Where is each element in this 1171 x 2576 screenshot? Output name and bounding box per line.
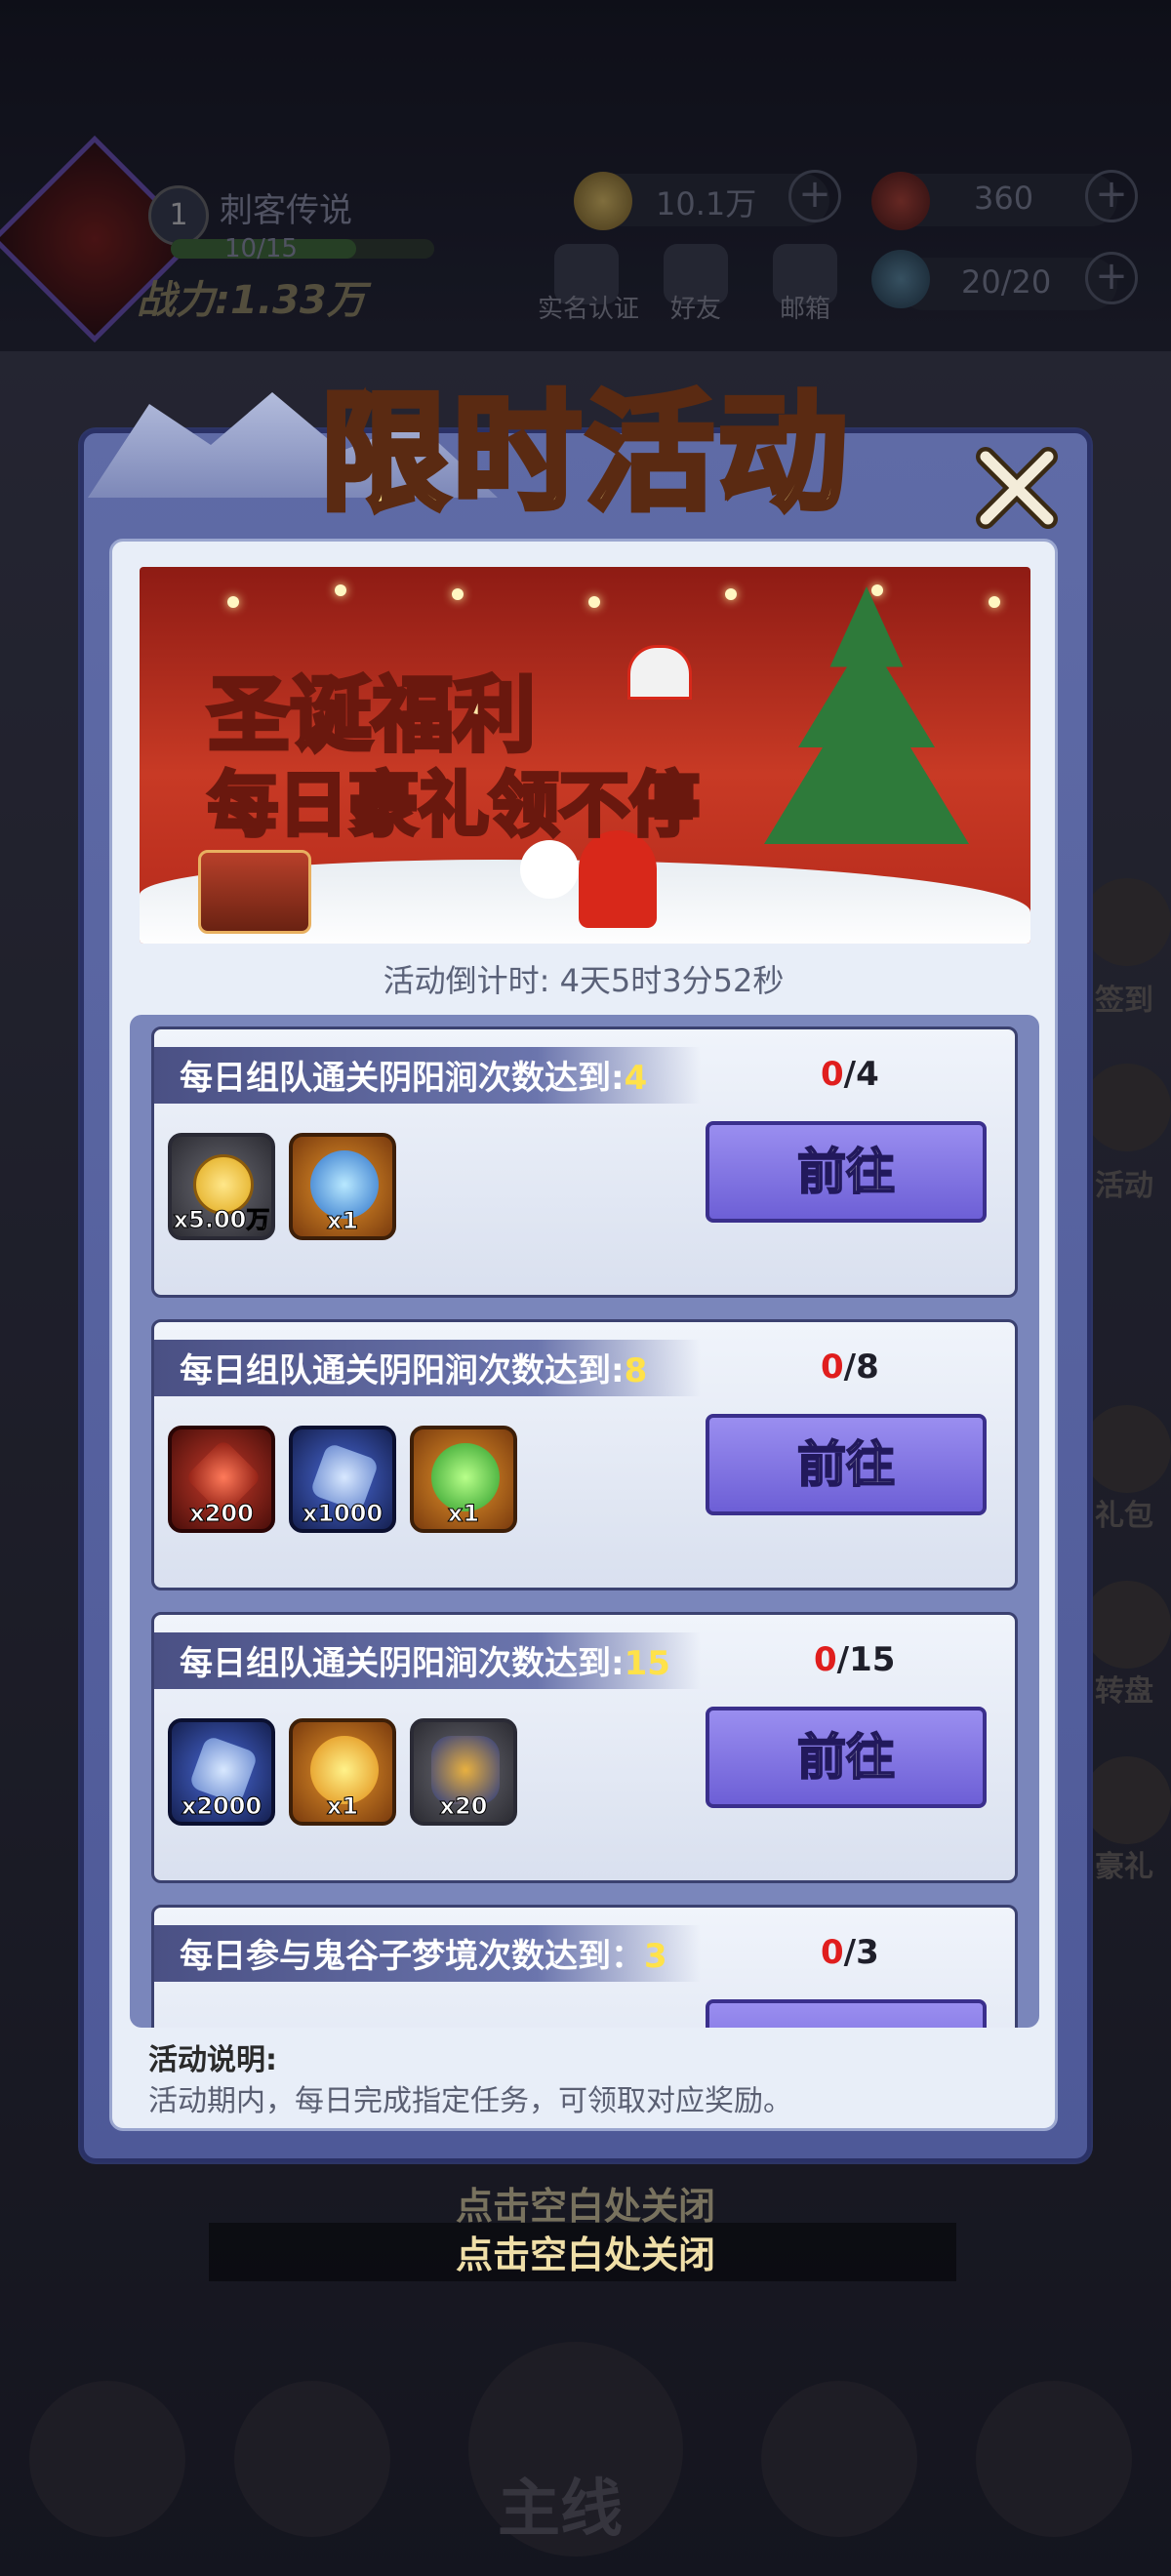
string-light — [588, 596, 600, 608]
reward-count: x1 — [326, 1792, 359, 1821]
reward-item[interactable]: x1 — [410, 1426, 517, 1533]
modal-title: 限时活动 — [317, 375, 851, 532]
string-light — [452, 588, 464, 600]
task-target: 8 — [624, 1351, 648, 1390]
reward-count: x1 — [326, 1207, 359, 1235]
reward-count: x200 — [189, 1500, 255, 1528]
reward-item[interactable]: x1 — [289, 1133, 396, 1240]
task-title: 每日组队通关阴阳涧次数达到:4 — [180, 1059, 648, 1098]
close-icon[interactable] — [976, 447, 1058, 529]
explain-text: 活动期内，每日完成指定任务，可领取对应奖励。 — [148, 2084, 792, 2118]
task-target: 4 — [624, 1059, 648, 1098]
string-light — [335, 584, 346, 596]
goto-button-label: 前往 — [796, 1143, 896, 1201]
string-light — [989, 596, 1000, 608]
task-title: 每日组队通关阴阳涧次数达到:15 — [180, 1644, 670, 1683]
task-progress: 0/4 — [821, 1055, 879, 1094]
treasure-chest-icon — [198, 850, 311, 934]
string-light — [227, 596, 239, 608]
string-light — [725, 588, 737, 600]
goto-button[interactable]: 前往 — [706, 1121, 987, 1223]
task-row: 每日组队通关阴阳涧次数达到:4 0/4 x5.00万 x1 前往 — [151, 1026, 1018, 1298]
event-countdown: 活动倒计时: 4天5时3分52秒 — [383, 962, 785, 999]
goto-button[interactable] — [706, 1999, 987, 2028]
string-light — [871, 584, 883, 596]
reward-count: x1 — [447, 1500, 480, 1528]
reward-item[interactable]: x1 — [289, 1718, 396, 1826]
task-row: 每日参与鬼谷子梦境次数达到：3 0/3 — [151, 1905, 1018, 2028]
goto-button-label: 前往 — [796, 1435, 896, 1494]
reward-count: x20 — [439, 1792, 488, 1821]
parachute-gift-icon — [627, 645, 692, 700]
close-hint-ghost: 点击空白处关闭 — [455, 2185, 715, 2228]
explain-title: 活动说明: — [148, 2043, 277, 2077]
reward-item[interactable]: x5.00万 — [168, 1133, 275, 1240]
banner-subheadline: 每日豪礼领不停 — [206, 761, 702, 848]
task-title: 每日参与鬼谷子梦境次数达到：3 — [180, 1937, 667, 1976]
reward-item[interactable]: x20 — [410, 1718, 517, 1826]
reward-item[interactable]: x2000 — [168, 1718, 275, 1826]
task-progress: 0/15 — [814, 1640, 896, 1679]
task-list[interactable]: 每日组队通关阴阳涧次数达到:4 0/4 x5.00万 x1 前往 每日组队通关阴… — [130, 1015, 1039, 2028]
task-row: 每日组队通关阴阳涧次数达到:8 0/8 x200 x1000 x1 前往 — [151, 1319, 1018, 1590]
task-target: 3 — [644, 1937, 667, 1976]
task-progress: 0/8 — [821, 1348, 879, 1387]
reward-count: x5.00万 — [173, 1206, 270, 1234]
goto-button-label: 前往 — [796, 1728, 896, 1787]
reward-count: x2000 — [181, 1792, 262, 1821]
task-target: 15 — [624, 1644, 670, 1683]
task-title: 每日组队通关阴阳涧次数达到:8 — [180, 1351, 648, 1390]
christmas-tree-icon — [764, 586, 969, 844]
reward-item[interactable]: x200 — [168, 1426, 275, 1533]
close-hint[interactable]: 点击空白处关闭 — [0, 2225, 1171, 2278]
goto-button[interactable]: 前往 — [706, 1414, 987, 1515]
task-row: 每日组队通关阴阳涧次数达到:15 0/15 x2000 x1 x20 前往 — [151, 1612, 1018, 1883]
task-progress: 0/3 — [821, 1933, 879, 1972]
reward-count: x1000 — [302, 1500, 384, 1528]
goto-button[interactable]: 前往 — [706, 1707, 987, 1808]
christmas-banner: 圣诞福利 每日豪礼领不停 — [140, 567, 1030, 944]
reward-item[interactable]: x1000 — [289, 1426, 396, 1533]
